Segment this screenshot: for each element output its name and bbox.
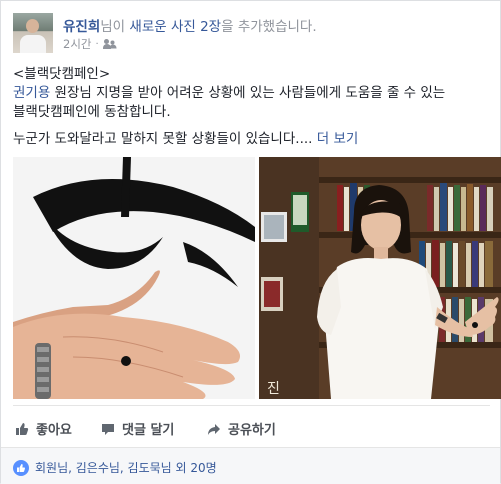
woman-showing-hand-photo[interactable]: 진 xyxy=(259,157,501,399)
thumbs-up-icon xyxy=(16,422,29,435)
comment-button[interactable]: 댓글 달기 xyxy=(101,416,174,441)
like-label: 좋아요 xyxy=(36,423,72,438)
hand-with-black-dot-photo[interactable] xyxy=(13,157,255,399)
post-text-line-2: 권기용 원장님 지명을 받아 어려운 상황에 있는 사람들에게 도움을 줄 수 … xyxy=(13,84,493,103)
likes-summary-bar: 회원님, 김은수님, 김도묵님 외 20명 xyxy=(1,447,500,484)
post-meta: 2시간 · xyxy=(63,36,117,52)
actions-divider xyxy=(13,405,490,406)
photo-hand-illustration xyxy=(13,157,255,399)
post-text-line-3: 블랙닷캠페인에 동참합니다. xyxy=(13,104,171,120)
post-text-line-4: 누군가 도와달라고 말하지 못할 상황들이 있습니다.... 더 보기 xyxy=(13,130,493,149)
author-name[interactable]: 유진희 xyxy=(63,19,100,35)
comment-icon xyxy=(102,423,114,435)
comment-label: 댓글 달기 xyxy=(122,423,175,438)
post-text-line-4-text: 누군가 도와달라고 말하지 못할 상황들이 있습니다.... xyxy=(13,131,317,147)
post-actions: 좋아요 댓글 달기 공유하기 xyxy=(1,416,501,441)
action-suffix: 을 추가했습니다. xyxy=(221,19,317,35)
likes-summary-text: 회원님, 김은수님, 김도묵님 외 20명 xyxy=(35,461,217,475)
post-time[interactable]: 2시간 xyxy=(63,36,91,52)
share-label: 공유하기 xyxy=(228,423,276,438)
author-avatar[interactable] xyxy=(13,13,53,53)
photo-woman-illustration: 진 xyxy=(259,157,501,399)
feed-post: 유진희님이 새로운 사진 2장을 추가했습니다. 2시간 · <블랙닷캠페인> … xyxy=(0,0,501,484)
action-prefix: 님이 xyxy=(100,19,130,35)
photos-link[interactable]: 새로운 사진 2장 xyxy=(129,19,221,35)
post-text-line-1: <블랙닷캠페인> xyxy=(13,66,111,82)
like-button[interactable]: 좋아요 xyxy=(15,416,72,441)
see-more-link[interactable]: 더 보기 xyxy=(317,131,359,147)
likes-summary[interactable]: 회원님, 김은수님, 김도묵님 외 20명 xyxy=(13,459,217,476)
share-arrow-icon xyxy=(208,423,220,435)
post-text: <블랙닷캠페인> 권기용 원장님 지명을 받아 어려운 상황에 있는 사람들에게… xyxy=(13,65,493,149)
post-header: 유진희님이 새로운 사진 2장을 추가했습니다. xyxy=(63,15,317,35)
post-text-line-2-rest: 원장님 지명을 받아 어려운 상황에 있는 사람들에게 도움을 줄 수 있는 xyxy=(50,85,446,101)
meta-separator: · xyxy=(95,38,99,50)
like-badge-icon xyxy=(13,459,29,476)
share-button[interactable]: 공유하기 xyxy=(207,416,276,441)
photo-caption-text: 진 xyxy=(267,381,280,397)
tagged-person-link[interactable]: 권기용 xyxy=(13,85,50,101)
friends-icon[interactable] xyxy=(102,39,117,49)
